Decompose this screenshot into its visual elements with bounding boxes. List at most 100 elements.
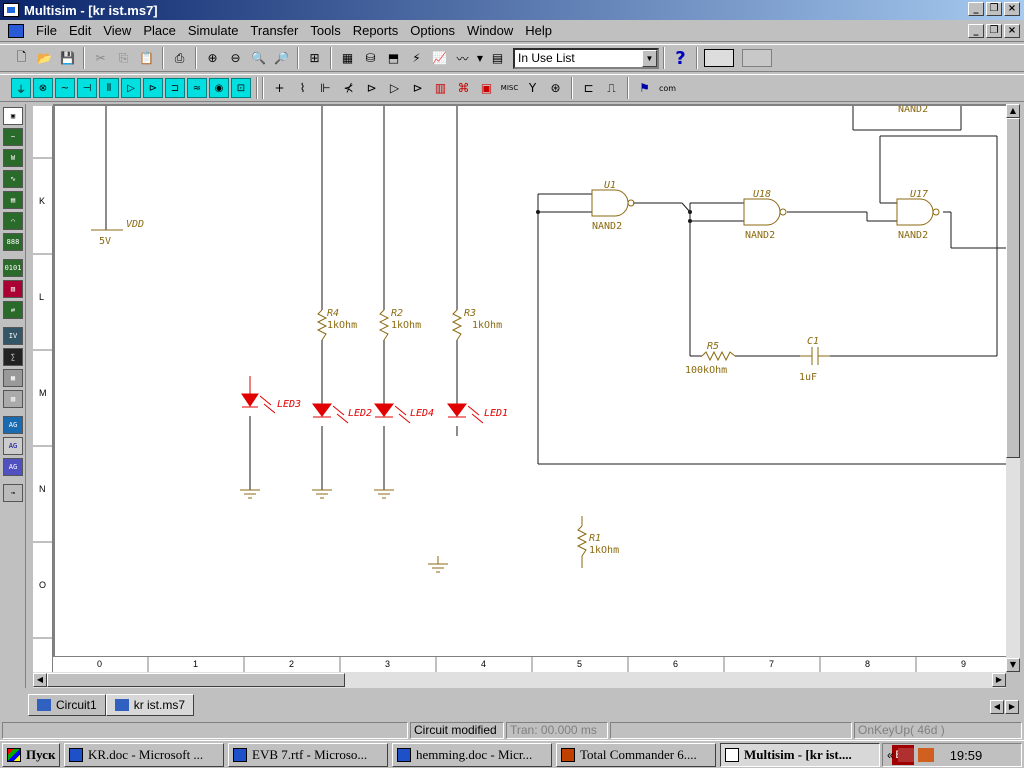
menu-help[interactable]: Help (519, 23, 558, 38)
hierarchical-block-icon[interactable]: ⊏ (578, 78, 599, 99)
pause-switch-icon[interactable] (742, 49, 772, 67)
resistor-icon[interactable]: ⌇ (292, 78, 313, 99)
agilent-generator-icon[interactable]: AG (3, 416, 23, 434)
cmos-icon[interactable]: ⊳ (407, 78, 428, 99)
menu-edit[interactable]: Edit (63, 23, 97, 38)
task-total-commander[interactable]: Total Commander 6.... (556, 743, 716, 767)
zoom-out-icon[interactable]: ⊖ (225, 48, 246, 69)
task-hemming-doc[interactable]: hemming.doc - Micr... (392, 743, 552, 767)
zoom-area-icon[interactable]: 🔍 (248, 48, 269, 69)
task-evb-rtf[interactable]: EVB 7.rtf - Microso... (228, 743, 388, 767)
logic-analyzer-icon[interactable]: ▥ (3, 280, 23, 298)
menu-tools[interactable]: Tools (304, 23, 346, 38)
indicators-bin-icon[interactable]: ◉ (209, 78, 229, 98)
distortion-analyzer-icon[interactable]: ∑ (3, 348, 23, 366)
clock[interactable]: 19:59 (950, 748, 983, 763)
scroll-down-arrow-icon[interactable]: ▼ (1006, 658, 1020, 672)
menu-transfer[interactable]: Transfer (244, 23, 304, 38)
analysis-icon[interactable]: 〰 (452, 48, 473, 69)
network-analyzer-icon[interactable]: ▧ (3, 390, 23, 408)
zoom-fit-icon[interactable]: 🔎 (271, 48, 292, 69)
mixed-bin-icon[interactable]: ≈ (187, 78, 207, 98)
cmos-bin-icon[interactable]: ⊳ (143, 78, 163, 98)
diodes-bin-icon[interactable]: ~ (55, 78, 75, 98)
close-button[interactable]: × (1004, 2, 1020, 16)
diode-icon[interactable]: ⊳ (361, 78, 382, 99)
vertical-scroll-thumb[interactable] (1006, 118, 1020, 458)
tab-kr-ist[interactable]: kr ist.ms7 (105, 694, 195, 716)
document-icon[interactable] (8, 23, 24, 38)
task-multisim[interactable]: Multisim - [kr ist.... (720, 743, 880, 767)
transistor-icon[interactable]: ⊀ (338, 78, 359, 99)
scroll-up-arrow-icon[interactable]: ▲ (1006, 104, 1020, 118)
misc-parts-icon[interactable]: MISC (499, 78, 520, 99)
in-use-list-dropdown[interactable]: In Use List ▼ (513, 47, 659, 69)
sources-bin-icon[interactable]: ⏚ (11, 78, 31, 98)
junction-icon[interactable]: + (269, 78, 290, 99)
edaparts-icon[interactable]: ⚑ (634, 78, 655, 99)
web-icon[interactable]: com (657, 78, 678, 99)
agilent-scope-icon[interactable]: AG (3, 458, 23, 476)
lightning-icon[interactable]: ⚡ (406, 48, 427, 69)
menu-reports[interactable]: Reports (347, 23, 405, 38)
tab-circuit1[interactable]: Circuit1 (28, 694, 106, 716)
wattmeter-icon[interactable]: W (3, 149, 23, 167)
doc-restore-button[interactable]: ❐ (986, 24, 1002, 38)
simulate-switch-icon[interactable] (704, 49, 734, 67)
ttl-icon[interactable]: ▷ (384, 78, 405, 99)
rf-bin-icon[interactable]: ⊡ (231, 78, 251, 98)
current-probe-icon[interactable]: ⊸ (3, 484, 23, 502)
component-wizard-icon[interactable]: ⬒ (383, 48, 404, 69)
vertical-scrollbar[interactable]: ▲ ▼ (1006, 104, 1020, 672)
tab-next-arrow-icon[interactable]: ▶ (1005, 700, 1019, 714)
bode-plotter-icon[interactable]: ⌒ (3, 212, 23, 230)
iv-analyzer-icon[interactable]: IV (3, 327, 23, 345)
flag-icon[interactable] (897, 748, 914, 762)
misc-icon[interactable]: ▥ (430, 78, 451, 99)
frequency-counter-icon[interactable]: 888 (3, 233, 23, 251)
bus-icon[interactable]: ⎍ (601, 78, 622, 99)
antenna-icon[interactable]: Y (522, 78, 543, 99)
menu-simulate[interactable]: Simulate (182, 23, 245, 38)
doc-minimize-button[interactable]: _ (968, 24, 984, 38)
logic-converter-icon[interactable]: ⇄ (3, 301, 23, 319)
task-kr-doc[interactable]: KR.doc - Microsoft ... (64, 743, 224, 767)
grapher-icon[interactable]: 📈 (429, 48, 450, 69)
electromechanical-icon[interactable]: ⊛ (545, 78, 566, 99)
four-channel-scope-icon[interactable]: ▤ (3, 191, 23, 209)
menu-file[interactable]: File (30, 23, 63, 38)
scroll-right-arrow-icon[interactable]: ▶ (992, 673, 1006, 687)
spectrum-analyzer-icon[interactable]: ▦ (3, 369, 23, 387)
horizontal-scrollbar[interactable]: ◀ ▶ (33, 672, 1006, 688)
open-folder-icon[interactable]: 📂 (34, 48, 55, 69)
ttl-bin-icon[interactable]: ▷ (121, 78, 141, 98)
save-icon[interactable]: 💾 (57, 48, 78, 69)
menu-view[interactable]: View (97, 23, 137, 38)
oscilloscope-icon[interactable]: ∿ (3, 170, 23, 188)
analog-bin-icon[interactable]: ⫴ (99, 78, 119, 98)
scroll-left-arrow-icon[interactable]: ◀ (33, 673, 47, 687)
help-button[interactable]: ? (670, 48, 691, 69)
agilent-multimeter-icon[interactable]: AG (3, 437, 23, 455)
multisim-app-icon[interactable] (3, 3, 19, 17)
doc-close-button[interactable]: × (1004, 24, 1020, 38)
misc-digital-bin-icon[interactable]: ⊐ (165, 78, 185, 98)
menu-window[interactable]: Window (461, 23, 519, 38)
start-button[interactable]: Пуск (2, 743, 60, 767)
print-icon[interactable]: ⎙ (169, 48, 190, 69)
postprocessor-icon[interactable]: ▤ (487, 48, 508, 69)
new-file-icon[interactable]: 🗋 (11, 48, 32, 69)
horizontal-scroll-thumb[interactable] (47, 673, 345, 687)
database-icon[interactable]: ⛁ (360, 48, 381, 69)
minimize-button[interactable]: _ (968, 2, 984, 16)
tray-expand-icon[interactable]: « (887, 748, 894, 762)
schematic-canvas[interactable]: VDD 5V R4 1kOhm R2 1kOhm R3 1kOhm R1 1kO… (53, 104, 1006, 656)
menu-options[interactable]: Options (404, 23, 461, 38)
spreadsheet-icon[interactable]: ▦ (337, 48, 358, 69)
restore-button[interactable]: ❐ (986, 2, 1002, 16)
cut-icon[interactable]: ✂ (90, 48, 111, 69)
function-generator-icon[interactable]: ~ (3, 128, 23, 146)
multimeter-icon[interactable]: ▣ (3, 107, 23, 125)
paste-icon[interactable]: 📋 (136, 48, 157, 69)
menu-place[interactable]: Place (137, 23, 182, 38)
